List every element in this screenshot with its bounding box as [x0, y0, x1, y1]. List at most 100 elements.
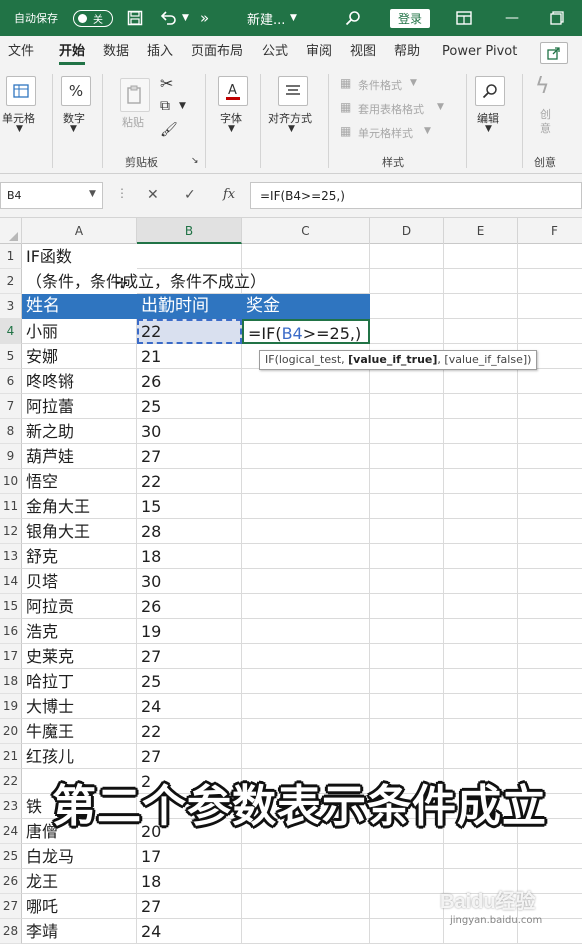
- row-header[interactable]: 24: [0, 819, 22, 844]
- autosave-toggle[interactable]: 关: [73, 10, 113, 27]
- cell-e1[interactable]: [444, 244, 518, 269]
- tab-insert[interactable]: 插入: [147, 36, 173, 68]
- row-header[interactable]: 13: [0, 544, 22, 569]
- empty-cell[interactable]: [444, 469, 518, 494]
- row-header[interactable]: 18: [0, 669, 22, 694]
- font-icon[interactable]: A: [218, 76, 248, 106]
- empty-cell[interactable]: [370, 644, 444, 669]
- row-header[interactable]: 2: [0, 269, 22, 294]
- empty-cell[interactable]: [370, 569, 444, 594]
- empty-cell[interactable]: [370, 444, 444, 469]
- share-icon[interactable]: [540, 42, 568, 64]
- table-format-icon[interactable]: ▦: [340, 100, 351, 114]
- login-button[interactable]: 登录: [390, 9, 430, 28]
- empty-cell[interactable]: [242, 844, 370, 869]
- empty-cell[interactable]: [444, 544, 518, 569]
- empty-cell[interactable]: [242, 519, 370, 544]
- restore-icon[interactable]: [550, 0, 564, 36]
- name-cell[interactable]: 银角大王: [22, 519, 137, 544]
- column-header-a[interactable]: A: [22, 218, 137, 244]
- cell-e2[interactable]: [444, 269, 518, 294]
- format-painter-icon[interactable]: 🖌: [160, 122, 178, 138]
- row-header[interactable]: 21: [0, 744, 22, 769]
- name-cell[interactable]: 贝塔: [22, 569, 137, 594]
- empty-cell[interactable]: [242, 919, 370, 944]
- empty-cell[interactable]: [242, 719, 370, 744]
- empty-cell[interactable]: [242, 494, 370, 519]
- empty-cell[interactable]: [242, 869, 370, 894]
- cell-d3[interactable]: [370, 294, 444, 319]
- attendance-cell[interactable]: 27: [137, 894, 242, 919]
- name-cell[interactable]: 阿拉贡: [22, 594, 137, 619]
- attendance-cell[interactable]: 24: [137, 919, 242, 944]
- table-format-dropdown-icon[interactable]: ▼: [437, 102, 444, 112]
- empty-cell[interactable]: [370, 669, 444, 694]
- empty-cell[interactable]: [444, 844, 518, 869]
- ideas-button[interactable]: 创 意: [540, 108, 551, 136]
- row-header[interactable]: 9: [0, 444, 22, 469]
- empty-cell[interactable]: [370, 544, 444, 569]
- cell-c4-editing[interactable]: =IF(B4>=25,): [242, 319, 370, 344]
- paste-button[interactable]: 粘贴: [122, 114, 144, 130]
- cell-style-icon[interactable]: ▦: [340, 124, 351, 138]
- empty-cell[interactable]: [370, 844, 444, 869]
- row-header[interactable]: 4: [0, 319, 22, 344]
- copy-dropdown-icon[interactable]: ▼: [179, 101, 186, 111]
- name-cell[interactable]: 李靖: [22, 919, 137, 944]
- conditional-format-icon[interactable]: ▦: [340, 76, 351, 90]
- cell-b4[interactable]: 22: [137, 319, 242, 344]
- formula-input[interactable]: =IF(B4>=25,): [250, 182, 582, 209]
- empty-cell[interactable]: [242, 469, 370, 494]
- cell-f2[interactable]: [518, 269, 582, 294]
- tab-review[interactable]: 审阅: [306, 36, 332, 68]
- percent-icon[interactable]: %: [61, 76, 91, 106]
- conditional-format-button[interactable]: 条件格式: [358, 77, 402, 93]
- more-commands-icon[interactable]: »: [200, 0, 209, 36]
- row-header[interactable]: 8: [0, 419, 22, 444]
- attendance-cell[interactable]: 15: [137, 494, 242, 519]
- name-cell[interactable]: 史莱克: [22, 644, 137, 669]
- cancel-icon[interactable]: ✕: [147, 187, 159, 203]
- title-dropdown-icon[interactable]: ▼: [290, 0, 297, 36]
- magnifier-icon[interactable]: [475, 76, 505, 106]
- name-cell[interactable]: 哪吒: [22, 894, 137, 919]
- undo-dropdown-icon[interactable]: ▼: [182, 0, 189, 36]
- name-cell[interactable]: 红孩儿: [22, 744, 137, 769]
- empty-cell[interactable]: [518, 669, 582, 694]
- column-header-f[interactable]: F: [518, 218, 582, 244]
- name-cell[interactable]: 悟空: [22, 469, 137, 494]
- empty-cell[interactable]: [444, 619, 518, 644]
- name-cell[interactable]: 舒克: [22, 544, 137, 569]
- empty-cell[interactable]: [518, 544, 582, 569]
- name-cell[interactable]: 浩克: [22, 619, 137, 644]
- empty-cell[interactable]: [518, 369, 582, 394]
- empty-cell[interactable]: [370, 469, 444, 494]
- empty-cell[interactable]: [242, 594, 370, 619]
- row-header[interactable]: 10: [0, 469, 22, 494]
- tab-power-pivot[interactable]: Power Pivot: [442, 36, 517, 68]
- table-format-button[interactable]: 套用表格格式: [358, 101, 424, 117]
- column-header-e[interactable]: E: [444, 218, 518, 244]
- row-header[interactable]: 6: [0, 369, 22, 394]
- number-dropdown-icon[interactable]: ▼: [70, 124, 77, 134]
- empty-cell[interactable]: [242, 419, 370, 444]
- empty-cell[interactable]: [242, 894, 370, 919]
- empty-cell[interactable]: [242, 544, 370, 569]
- empty-cell[interactable]: [444, 369, 518, 394]
- row-header[interactable]: 12: [0, 519, 22, 544]
- empty-cell[interactable]: [242, 369, 370, 394]
- empty-cell[interactable]: [444, 719, 518, 744]
- lightning-icon[interactable]: ϟ: [535, 74, 550, 99]
- row-header[interactable]: 28: [0, 919, 22, 944]
- name-cell[interactable]: 新之助: [22, 419, 137, 444]
- row-header[interactable]: 22: [0, 769, 22, 794]
- clipboard-launcher-icon[interactable]: ↘: [191, 156, 199, 166]
- cell-f1[interactable]: [518, 244, 582, 269]
- empty-cell[interactable]: [370, 494, 444, 519]
- empty-cell[interactable]: [370, 619, 444, 644]
- attendance-cell[interactable]: 19: [137, 619, 242, 644]
- name-cell[interactable]: 咚咚锵: [22, 369, 137, 394]
- cell-e3[interactable]: [444, 294, 518, 319]
- attendance-cell[interactable]: 21: [137, 344, 242, 369]
- row-header[interactable]: 11: [0, 494, 22, 519]
